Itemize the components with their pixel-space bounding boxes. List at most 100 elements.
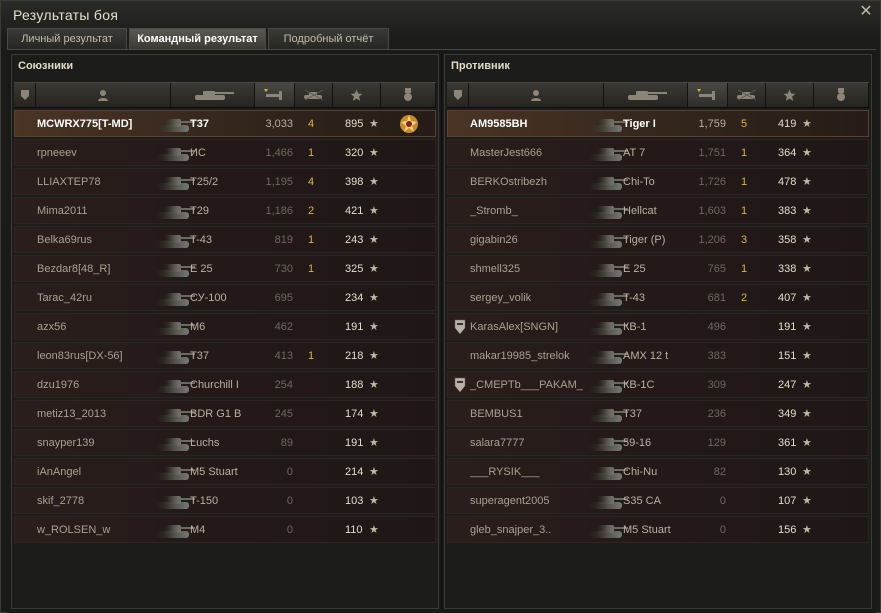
- player-row[interactable]: ___RYSIK___ Chi-Nu 82 130 ★: [447, 458, 869, 485]
- star-icon: ★: [369, 263, 379, 275]
- xp-value: 361: [778, 437, 797, 449]
- tab-team-result[interactable]: Командный результат: [129, 28, 266, 49]
- player-name: BEMBUS1: [470, 408, 523, 420]
- tank-name: КВ-1С: [623, 379, 655, 391]
- star-icon: ★: [369, 524, 379, 536]
- xp-star-icon[interactable]: [766, 83, 814, 107]
- tab-detailed-report[interactable]: Подробный отчёт: [268, 28, 389, 49]
- player-name: _Stromb_: [470, 205, 518, 217]
- tank-icon: [149, 345, 195, 367]
- player-name: leon83rus[DX-56]: [37, 350, 123, 362]
- player-row[interactable]: salara7777 59-16 129 361 ★: [447, 429, 869, 456]
- player-row[interactable]: iAnAngel M5 Stuart 0 214 ★: [14, 458, 436, 485]
- star-icon: ★: [369, 408, 379, 420]
- player-row[interactable]: gigabin26 Tiger (P) 1,206 3 358 ★: [447, 226, 869, 253]
- player-row[interactable]: superagent2005 S35 CA 0 107 ★: [447, 487, 869, 514]
- platoon-icon[interactable]: [14, 83, 36, 107]
- xp-value: 234: [345, 292, 364, 304]
- platoon-icon: [454, 319, 466, 335]
- medal-icon[interactable]: [381, 83, 436, 107]
- xp-value: 338: [778, 263, 797, 275]
- player-name: _CMEPTb___PAKAM_: [470, 379, 583, 391]
- star-icon: ★: [802, 495, 812, 507]
- star-icon: ★: [802, 118, 812, 130]
- tank-icon: [582, 142, 628, 164]
- damage-icon[interactable]: [255, 83, 295, 107]
- medal-icon[interactable]: [814, 83, 869, 107]
- platoon-icon[interactable]: [447, 83, 469, 107]
- player-row[interactable]: shmell325 E 25 765 1 338 ★: [447, 255, 869, 282]
- player-icon[interactable]: [469, 83, 604, 107]
- title-bar: Результаты боя ✕: [1, 1, 880, 29]
- player-row[interactable]: dzu1976 Churchill I 254 188 ★: [14, 371, 436, 398]
- player-row[interactable]: w_ROLSEN_w M4 0 110 ★: [14, 516, 436, 543]
- kills-value: 1: [741, 263, 748, 275]
- xp-value: 349: [778, 408, 797, 420]
- player-row[interactable]: MCWRX775[T-MD] T37 3,033 4 895 ★: [14, 110, 436, 137]
- star-icon: ★: [802, 205, 812, 217]
- tank-icon: [582, 171, 628, 193]
- star-icon: ★: [802, 263, 812, 275]
- player-row[interactable]: BEMBUS1 T37 236 349 ★: [447, 400, 869, 427]
- tank-icon: [582, 403, 628, 425]
- tank-icon: [149, 461, 195, 483]
- tank-name: Churchill I: [190, 379, 239, 391]
- enemies-column-header: [447, 82, 869, 108]
- tank-icon[interactable]: [604, 83, 688, 107]
- tank-icon: [582, 316, 628, 338]
- damage-icon[interactable]: [688, 83, 728, 107]
- medal-icon[interactable]: [398, 113, 420, 135]
- damage-value: 254: [274, 379, 293, 391]
- player-row[interactable]: MasterJest666 AT 7 1,751 1 364 ★: [447, 139, 869, 166]
- player-row[interactable]: Bezdar8[48_R] E 25 730 1 325 ★: [14, 255, 436, 282]
- kills-icon[interactable]: [728, 83, 766, 107]
- tank-icon: [149, 229, 195, 251]
- player-row[interactable]: Belka69rus T-43 819 1 243 ★: [14, 226, 436, 253]
- close-icon[interactable]: ✕: [858, 4, 874, 20]
- tank-name: Chi-Nu: [623, 466, 658, 478]
- tank-name: 59-16: [623, 437, 652, 449]
- player-row[interactable]: AM9585BH Tiger I 1,759 5 419 ★: [447, 110, 869, 137]
- player-row[interactable]: sergey_volik T-43 681 2 407 ★: [447, 284, 869, 311]
- damage-value: 413: [274, 350, 293, 362]
- player-row[interactable]: leon83rus[DX-56] T37 413 1 218 ★: [14, 342, 436, 369]
- xp-star-icon[interactable]: [333, 83, 381, 107]
- tank-icon: [149, 258, 195, 280]
- star-icon: ★: [802, 524, 812, 536]
- xp-value: 243: [345, 234, 364, 246]
- player-row[interactable]: _Stromb_ Hellcat 1,603 1 383 ★: [447, 197, 869, 224]
- player-row[interactable]: LLIAXTEP78 T25/2 1,195 4 398 ★: [14, 168, 436, 195]
- xp-value: 103: [345, 495, 364, 507]
- kills-value: 1: [741, 176, 748, 188]
- player-row[interactable]: KarasAlex[SNGN] КВ-1 496 191 ★: [447, 313, 869, 340]
- enemies-list: AM9585BH Tiger I 1,759 5 419 ★ MasterJest666 AT…: [447, 110, 869, 545]
- star-icon: ★: [369, 176, 379, 188]
- tank-name: T-43: [190, 234, 213, 246]
- player-row[interactable]: metiz13_2013 BDR G1 B 245 174 ★: [14, 400, 436, 427]
- kills-value: 5: [741, 118, 748, 130]
- tank-icon[interactable]: [171, 83, 255, 107]
- damage-value: 0: [286, 524, 293, 536]
- player-row[interactable]: makar19985_strelok AMX 12 t 383 151 ★: [447, 342, 869, 369]
- player-row[interactable]: _CMEPTb___PAKAM_ КВ-1С 309 247 ★: [447, 371, 869, 398]
- tab-personal-result[interactable]: Личный результат: [7, 28, 127, 49]
- star-icon: ★: [802, 437, 812, 449]
- player-row[interactable]: gleb_snajper_3.. M5 Stuart 0 156 ★: [447, 516, 869, 543]
- player-icon[interactable]: [36, 83, 171, 107]
- kills-icon[interactable]: [295, 83, 333, 107]
- damage-value: 383: [707, 350, 726, 362]
- player-name: ___RYSIK___: [470, 466, 540, 478]
- player-name: iAnAngel: [37, 466, 82, 478]
- player-row[interactable]: Tarac_42ru СУ-100 695 234 ★: [14, 284, 436, 311]
- player-row[interactable]: snayper139 Luchs 89 191 ★: [14, 429, 436, 456]
- tank-icon: [149, 316, 195, 338]
- tank-name: T37: [190, 350, 209, 362]
- damage-value: 3,033: [265, 118, 293, 130]
- tank-icon: [149, 490, 195, 512]
- tank-icon: [582, 490, 628, 512]
- player-row[interactable]: azx56 M6 462 191 ★: [14, 313, 436, 340]
- player-row[interactable]: skif_2778 T-150 0 103 ★: [14, 487, 436, 514]
- player-row[interactable]: Mima2011 T29 1,186 2 421 ★: [14, 197, 436, 224]
- player-row[interactable]: BERKOstribezh Chi-To 1,726 1 478 ★: [447, 168, 869, 195]
- player-row[interactable]: rpneeev ИС 1,466 1 320 ★: [14, 139, 436, 166]
